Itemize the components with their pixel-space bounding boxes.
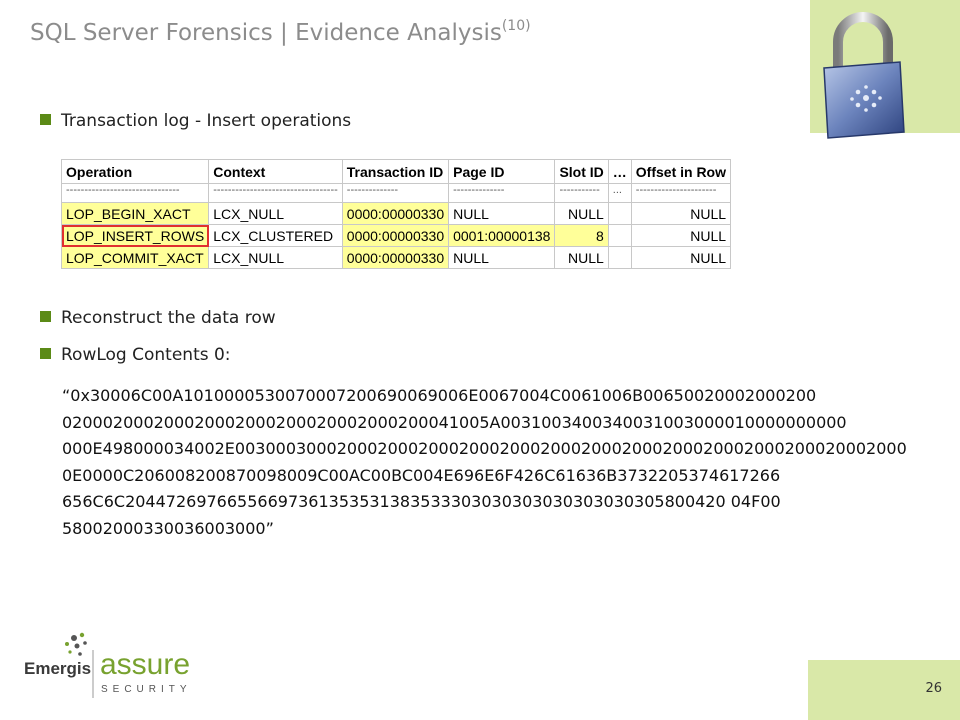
header-context: Context [208, 159, 343, 184]
cell-context: LCX_CLUSTERED [208, 224, 343, 247]
header-offset-in-row: Offset in Row [630, 159, 732, 184]
emergis-dots-icon [65, 632, 87, 656]
bullet-reconstruct-row: Reconstruct the data row [40, 308, 276, 328]
hex-line: 656C6C2044726976655669736135353138353330… [62, 492, 781, 511]
table-header-row: Operation Context Transaction ID Page ID… [60, 159, 732, 184]
cell-context: LCX_NULL [208, 246, 343, 269]
rowlog-hex-contents: “0x30006C00A1010000530070007200690069006… [62, 383, 912, 542]
header-transaction-id: Transaction ID [341, 159, 450, 184]
bullet-transaction-log: Transaction log - Insert operations [40, 111, 351, 131]
header-ellipsis: … [607, 159, 632, 184]
cell-ellipsis [607, 202, 632, 225]
cell-offset-in-row: NULL [630, 246, 732, 269]
cell-page-id: 0001:00000138 [448, 224, 556, 247]
cell-operation-highlighted: LOP_INSERT_ROWS [60, 224, 210, 247]
logo-product: assure [100, 648, 190, 681]
separator-cell: ---------------------- [630, 183, 732, 203]
page-number: 26 [925, 681, 942, 696]
cell-context: LCX_NULL [208, 202, 343, 225]
table-row: LOP_BEGIN_XACT LCX_NULL 0000:00000330 NU… [60, 202, 732, 225]
cell-transaction-id: 0000:00000330 [341, 246, 450, 269]
cell-operation: LOP_COMMIT_XACT [60, 246, 210, 269]
bullet-square-icon [40, 114, 51, 125]
separator-cell: -------------- [341, 183, 450, 203]
separator-cell: ---------------------------------- [208, 183, 343, 203]
cell-page-id: NULL [448, 202, 556, 225]
hex-line: “0x30006C00A1010000530070007200690069006… [62, 386, 817, 405]
cell-offset-in-row: NULL [630, 224, 732, 247]
cell-slot-id: 8 [554, 224, 609, 247]
table-separator-row: ------------------------------- --------… [60, 183, 732, 203]
slide-title: SQL Server Forensics | Evidence Analysis… [30, 18, 531, 46]
bullet-square-icon [40, 348, 51, 359]
cell-slot-id: NULL [554, 246, 609, 269]
cell-transaction-id: 0000:00000330 [341, 202, 450, 225]
page-number-panel: 26 [808, 660, 960, 720]
table-row-highlighted: LOP_INSERT_ROWS LCX_CLUSTERED 0000:00000… [60, 224, 732, 247]
cell-ellipsis [607, 246, 632, 269]
separator-cell: ----------- [554, 183, 609, 203]
cell-offset-in-row: NULL [630, 202, 732, 225]
separator-cell: ------------------------------- [60, 183, 210, 203]
header-slot-id: Slot ID [554, 159, 609, 184]
separator-cell: -------------- [448, 183, 556, 203]
transaction-log-table: Operation Context Transaction ID Page ID… [60, 159, 732, 269]
header-page-id: Page ID [448, 159, 556, 184]
hex-line: 0E0000C206008200870098009C00AC00BC004E69… [62, 465, 781, 485]
bullet-rowlog-contents: RowLog Contents 0: [40, 345, 231, 365]
title-superscript: (10) [501, 18, 531, 34]
logo-tagline: SECURITY [101, 684, 192, 695]
cell-slot-id: NULL [554, 202, 609, 225]
emergis-assure-logo: Emergis assure SECURITY [24, 632, 192, 698]
cell-ellipsis [607, 224, 632, 247]
logo-brand: Emergis [24, 659, 91, 678]
header-operation: Operation [60, 159, 210, 184]
hex-line: 58002000330036003000” [62, 518, 274, 538]
bullet-square-icon [40, 311, 51, 322]
cell-page-id: NULL [448, 246, 556, 269]
table-row: LOP_COMMIT_XACT LCX_NULL 0000:00000330 N… [60, 246, 732, 269]
cell-operation: LOP_BEGIN_XACT [60, 202, 210, 225]
cell-transaction-id: 0000:00000330 [341, 224, 450, 247]
hex-line: 000E498000034002E00300030002000200020002… [62, 439, 907, 458]
hex-line: 0200020002000200020002000200020002000410… [62, 412, 847, 432]
separator-cell: ... [607, 183, 632, 203]
padlock-icon [823, 12, 905, 139]
